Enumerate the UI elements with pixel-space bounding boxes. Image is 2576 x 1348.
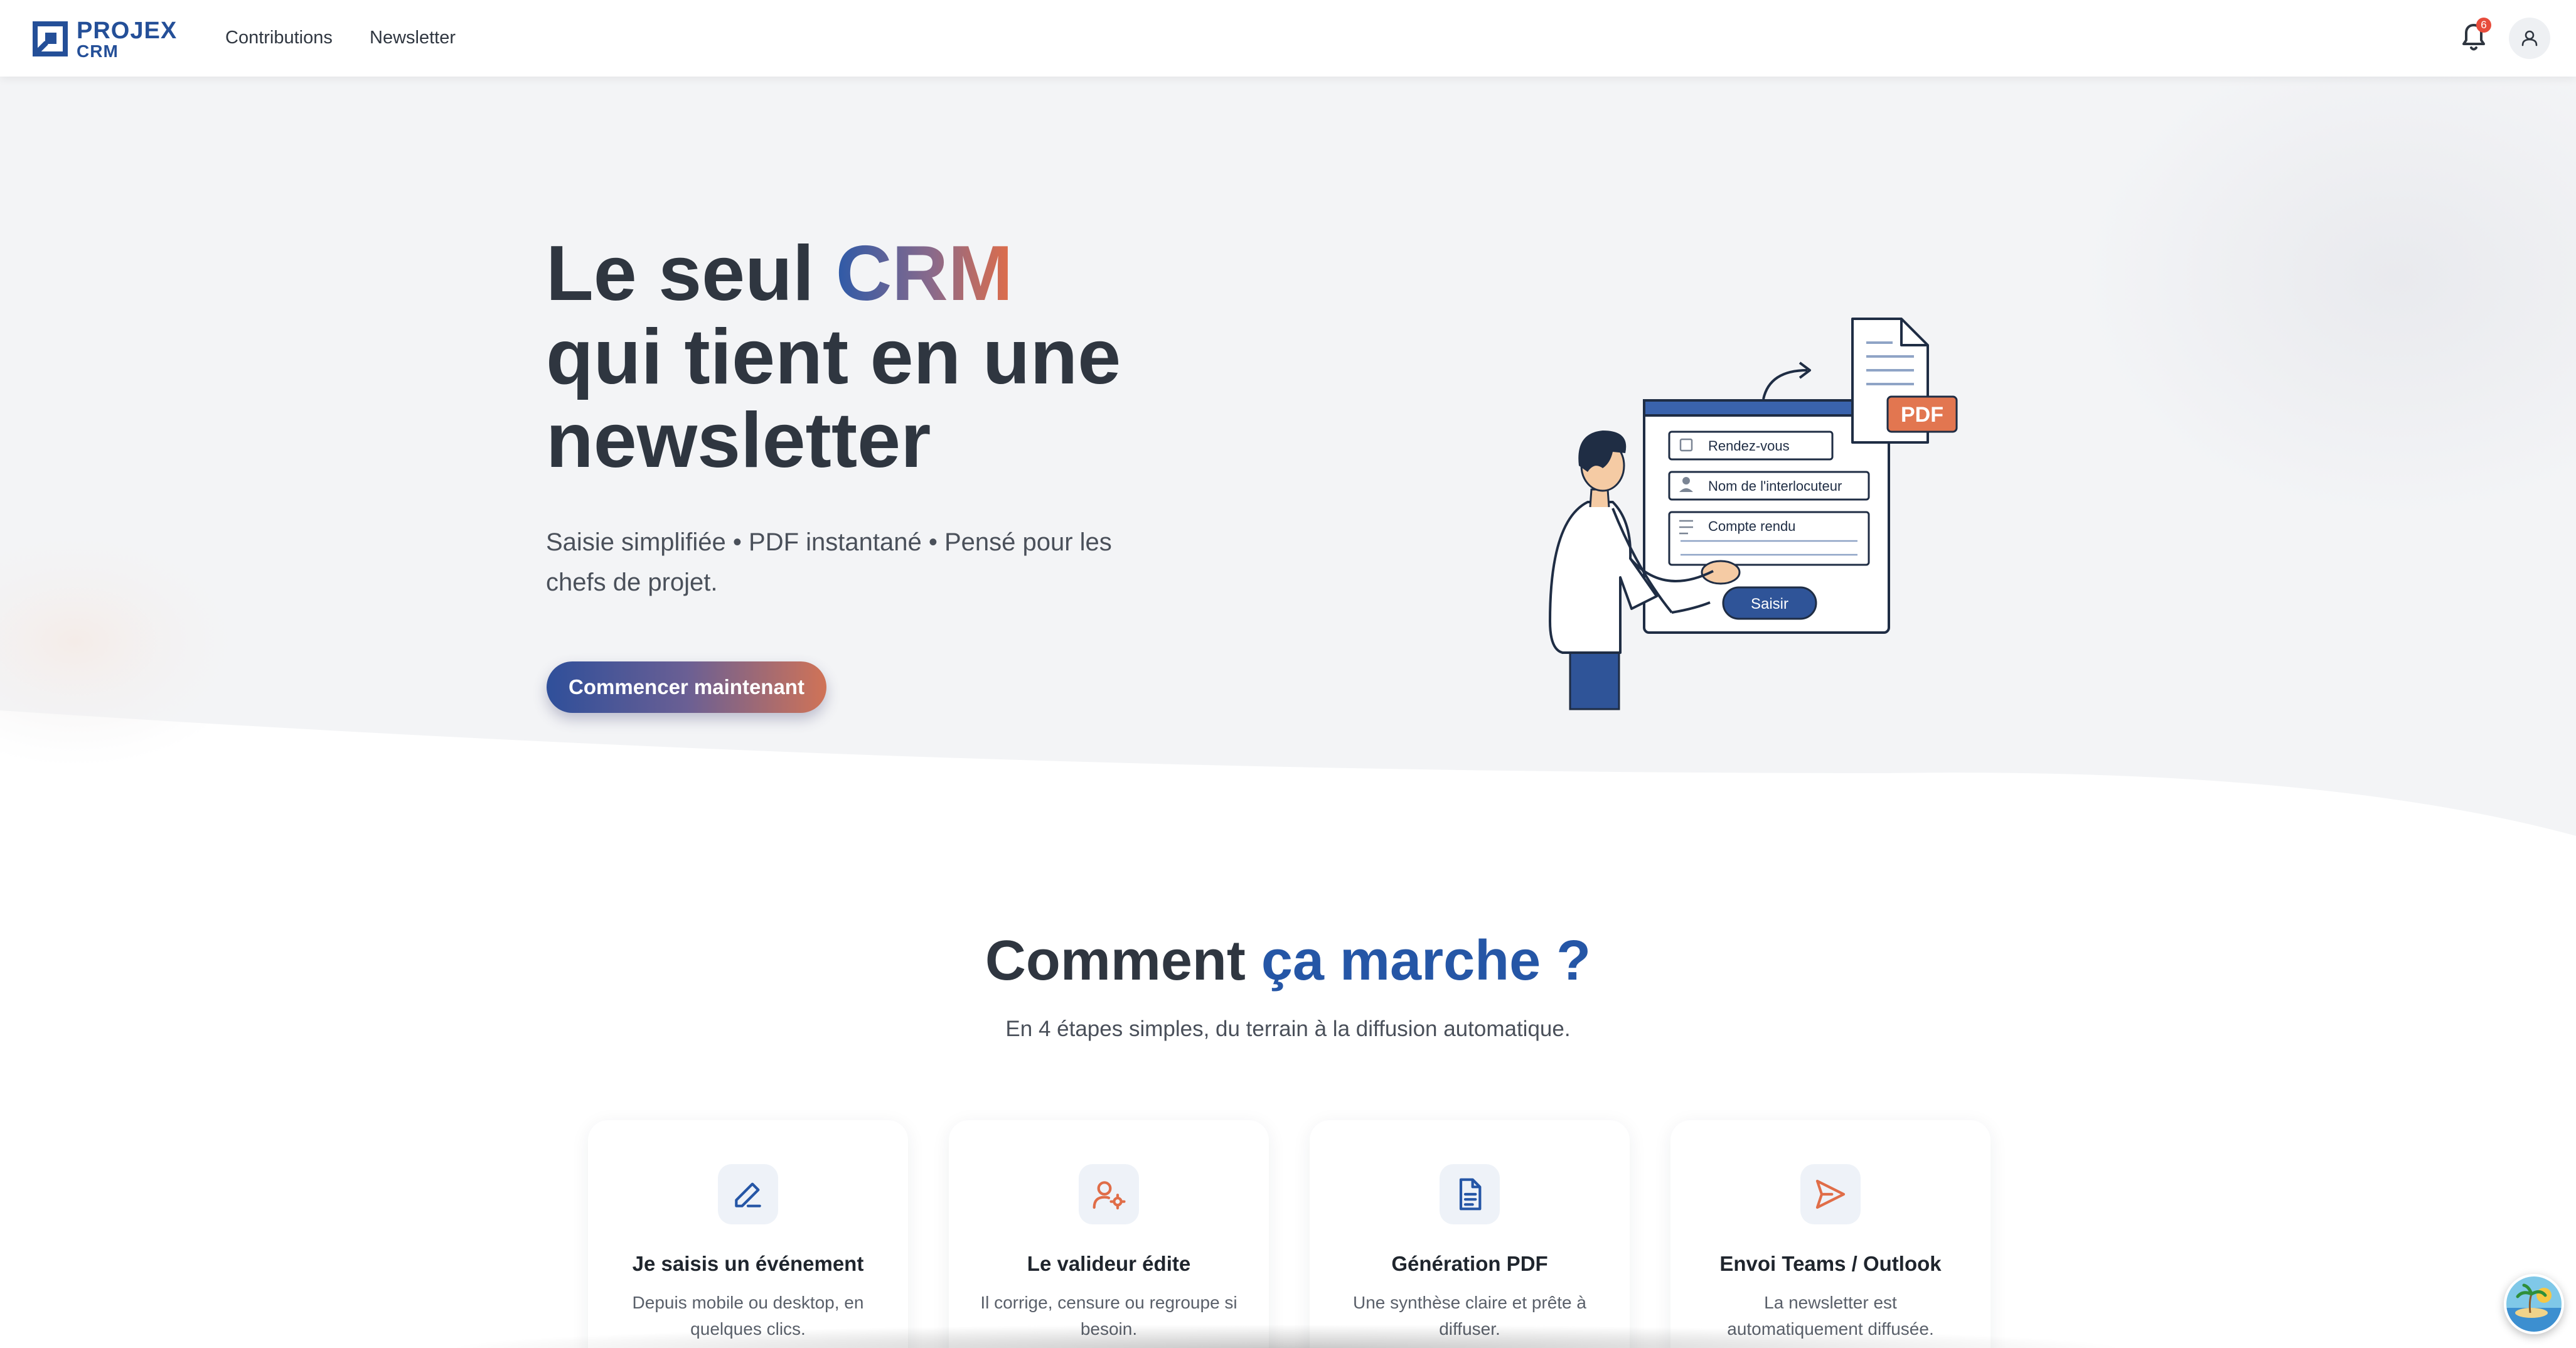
top-navbar: PROJEX CRM Contributions Newsletter 6 <box>0 0 2576 77</box>
hero-title-line2: qui tient en une <box>546 314 1121 400</box>
how-it-works-subtitle: En 4 étapes simples, du terrain à la dif… <box>1005 1017 1571 1041</box>
hero-background <box>0 77 2576 836</box>
step-card-3: Génération PDF Une synthèse claire et pr… <box>1310 1120 1630 1348</box>
send-icon <box>1815 1179 1846 1209</box>
step-title: Le valideur édite <box>1027 1252 1191 1275</box>
hero-title: Le seul CRM qui tient en une newsletter <box>546 232 1121 483</box>
island-icon <box>2506 1276 2562 1332</box>
how-title-part1: Comment <box>985 929 1261 992</box>
user-avatar-button[interactable] <box>2509 18 2550 59</box>
illus-field-report: Compte rendu <box>1708 518 1795 534</box>
start-now-button[interactable]: Commencer maintenant <box>547 661 826 713</box>
step-title: Envoi Teams / Outlook <box>1719 1252 1942 1275</box>
step-title: Génération PDF <box>1391 1252 1548 1275</box>
pencil-icon <box>735 1182 761 1207</box>
notification-count-badge: 6 <box>2476 18 2491 33</box>
floating-assistant-button[interactable] <box>2504 1274 2564 1334</box>
hero-title-part1: Le seul <box>546 230 836 317</box>
hero-illustration: Rendez-vous Nom de l'interlocuteur Compt… <box>1549 318 1958 710</box>
nav-contributions[interactable]: Contributions <box>225 28 333 48</box>
illus-field-name: Nom de l'interlocuteur <box>1708 478 1842 494</box>
document-icon <box>1459 1178 1482 1211</box>
nav-newsletter[interactable]: Newsletter <box>370 28 456 48</box>
step-card-1: Je saisis un événement Depuis mobile ou … <box>588 1120 908 1348</box>
illus-pdf-label: PDF <box>1901 403 1943 427</box>
logo-line1: PROJEX <box>77 18 178 44</box>
step-card-4: Envoi Teams / Outlook La newsletter est … <box>1670 1120 1991 1348</box>
logo-line2: CRM <box>77 41 119 61</box>
user-gear-icon <box>1093 1181 1126 1210</box>
step-card-2: Le valideur édite Il corrige, censure ou… <box>949 1120 1269 1348</box>
hero-title-highlight: CRM <box>835 230 1013 317</box>
how-it-works-title: Comment ça marche ? <box>0 929 2576 993</box>
how-title-highlight: ça marche ? <box>1261 929 1591 992</box>
hero-title-line3: newsletter <box>546 397 931 484</box>
illus-submit-label: Saisir <box>1751 596 1788 612</box>
logo[interactable]: PROJEX CRM <box>33 18 183 61</box>
step-title: Je saisis un événement <box>632 1252 864 1275</box>
hero-subtitle: Saisie simplifiée • PDF instantané • Pen… <box>546 528 1112 596</box>
logo-mark-icon <box>33 21 68 56</box>
illus-field-rdv: Rendez-vous <box>1708 438 1790 454</box>
person-icon <box>1682 477 1690 484</box>
user-icon <box>2521 30 2538 46</box>
